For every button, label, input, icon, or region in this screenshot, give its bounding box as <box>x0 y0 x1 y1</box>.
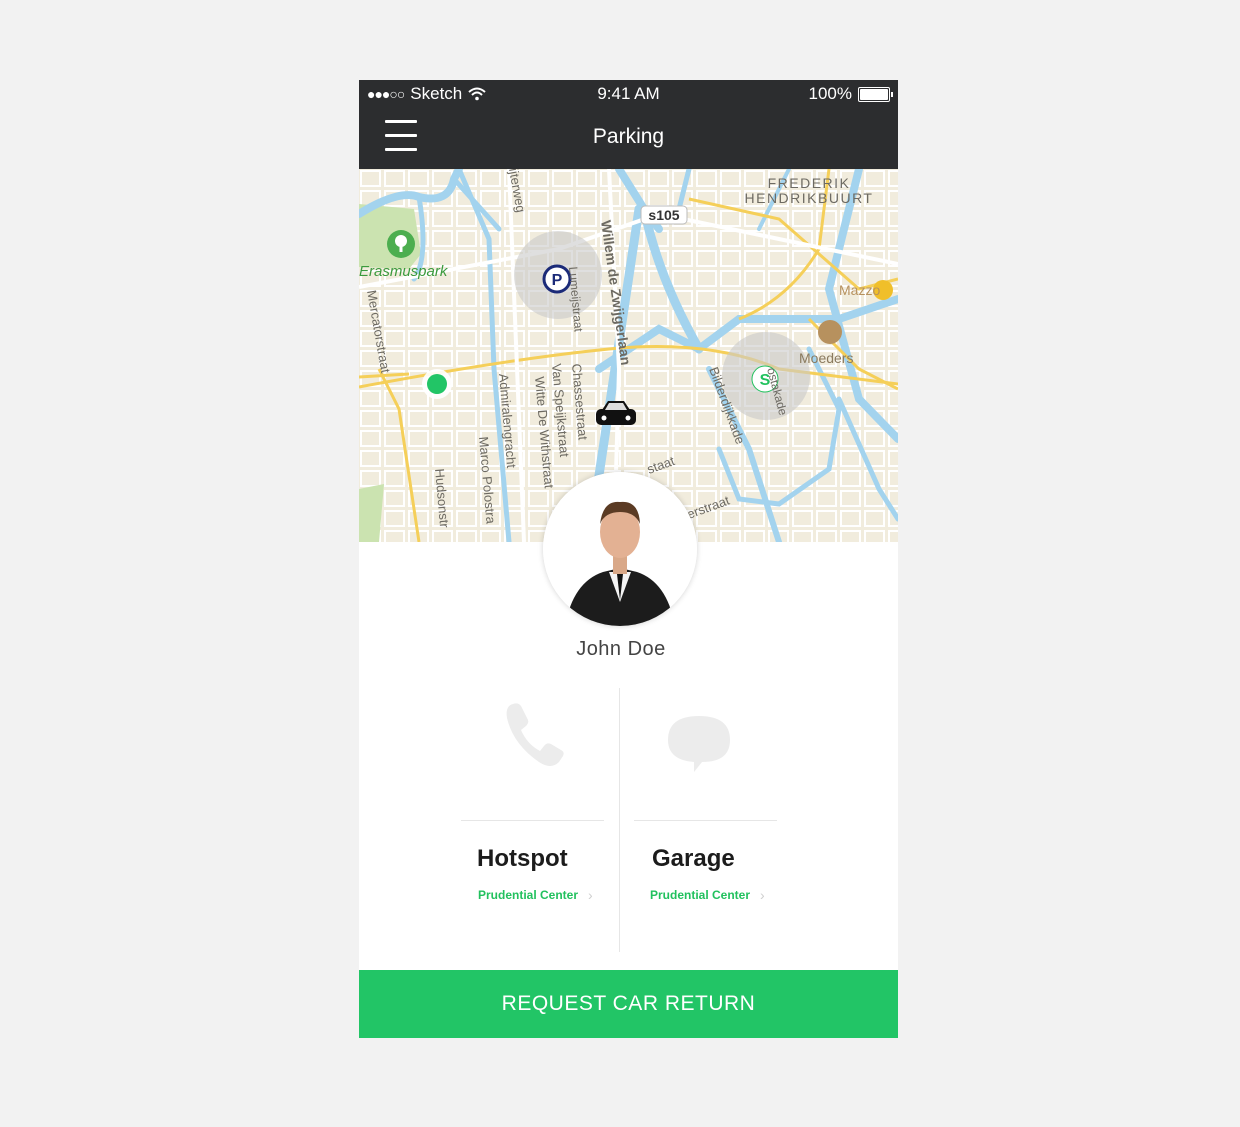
road-badge: s105 <box>648 207 679 223</box>
garage-title: Garage <box>652 845 735 872</box>
hotspot-location-link[interactable]: Prudential Center › <box>478 887 593 903</box>
svg-text:Mazzo: Mazzo <box>839 282 880 298</box>
battery-icon <box>858 86 893 102</box>
garage-subtitle: Prudential Center <box>650 888 751 902</box>
chevron-right-icon: › <box>588 887 593 903</box>
battery-percent: 100% <box>808 84 852 103</box>
garage-location-link[interactable]: Prudential Center › <box>650 887 765 903</box>
garage-divider <box>634 820 777 821</box>
chevron-right-icon: › <box>760 887 765 903</box>
hotspot-subtitle: Prudential Center <box>478 888 579 902</box>
avatar <box>543 472 697 626</box>
request-car-return-button[interactable]: REQUEST CAR RETURN <box>359 970 898 1038</box>
svg-text:FREDERIK: FREDERIK <box>768 175 851 191</box>
column-divider <box>619 688 620 952</box>
svg-text:HENDRIKBUURT: HENDRIKBUURT <box>745 190 874 206</box>
status-bar: ●●●○○ Sketch 9:41 AM 100% <box>359 80 898 108</box>
driver-photo <box>543 472 697 626</box>
hotspot-divider <box>461 820 604 821</box>
hotspot-title: Hotspot <box>477 845 568 872</box>
phone-icon[interactable] <box>505 700 569 768</box>
svg-text:P: P <box>552 272 563 289</box>
nav-bar: Parking <box>359 108 898 169</box>
driver-name: John Doe <box>576 638 666 660</box>
svg-text:Erasmuspark: Erasmuspark <box>359 263 449 280</box>
chat-bubble-icon[interactable] <box>666 714 732 772</box>
page-title: Parking <box>592 125 665 148</box>
phone-screen: ●●●○○ Sketch 9:41 AM 100% Parking P S s1… <box>359 80 898 1038</box>
status-right: 100% <box>808 84 893 104</box>
svg-text:Moeders: Moeders <box>799 350 853 366</box>
